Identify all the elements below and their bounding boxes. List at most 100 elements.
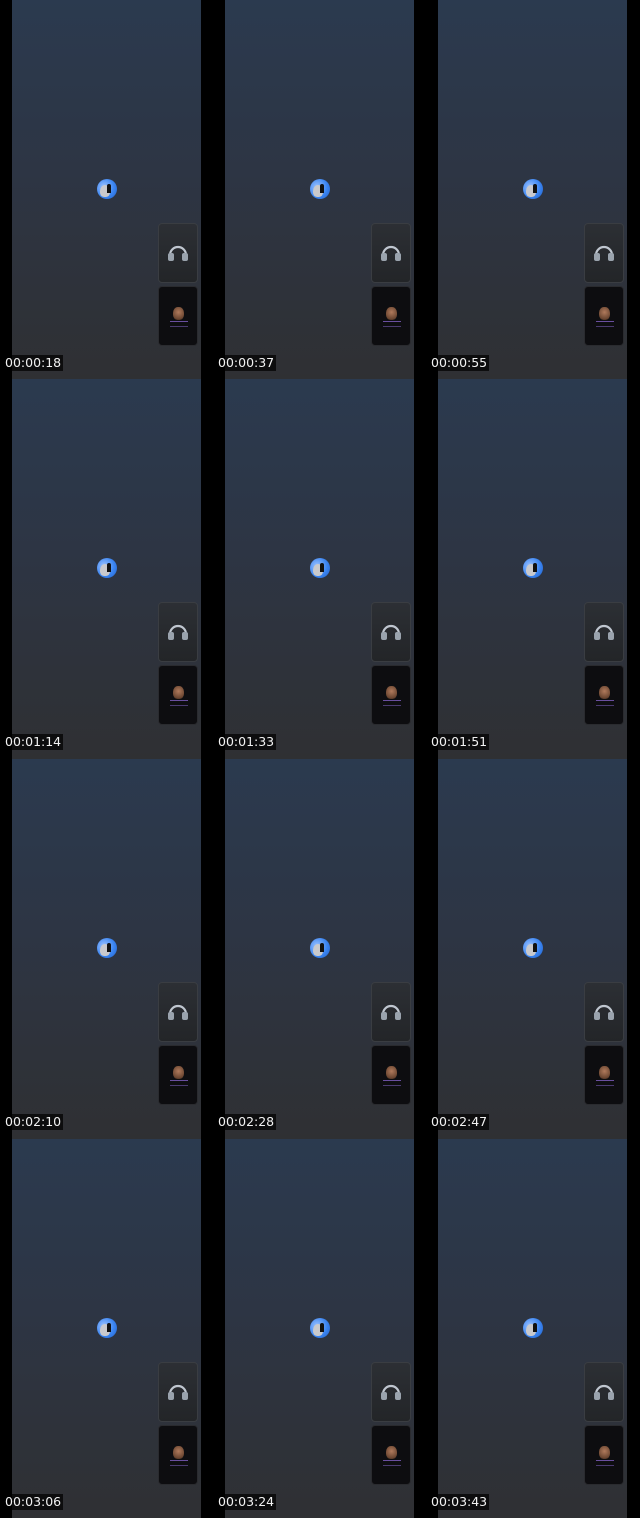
video-frame[interactable] <box>438 759 627 1139</box>
thumbnail-cell: 00:01:14 <box>0 379 213 759</box>
thumbnail-cell: 00:01:51 <box>426 379 640 759</box>
moon-avatar-icon[interactable] <box>523 938 543 958</box>
video-frame[interactable] <box>438 379 627 759</box>
thumbnail-cell: 00:03:24 <box>213 1139 426 1518</box>
headphones-icon <box>168 624 188 640</box>
profile-caption-lines <box>596 1080 614 1086</box>
headphones-icon <box>594 245 614 261</box>
headphones-button[interactable] <box>584 982 624 1042</box>
profile-face-image <box>386 1446 397 1459</box>
thumbnail-cell: 00:02:10 <box>0 759 213 1139</box>
video-frame[interactable] <box>12 0 201 379</box>
profile-face-image <box>173 307 184 320</box>
timestamp-label: 00:02:28 <box>216 1114 277 1130</box>
headphones-button[interactable] <box>371 982 411 1042</box>
profile-caption-lines <box>170 700 188 706</box>
thumbnail-cell: 00:00:55 <box>426 0 640 379</box>
profile-thumbnail[interactable] <box>371 1045 411 1105</box>
headphones-icon <box>168 1004 188 1020</box>
headphones-icon <box>168 245 188 261</box>
profile-caption-lines <box>596 1460 614 1466</box>
moon-avatar-icon[interactable] <box>523 179 543 199</box>
thumbnail-cell: 00:01:33 <box>213 379 426 759</box>
profile-face-image <box>173 686 184 699</box>
headphones-button[interactable] <box>158 602 198 662</box>
profile-face-image <box>599 1446 610 1459</box>
profile-caption-lines <box>383 700 401 706</box>
headphones-icon <box>594 1384 614 1400</box>
profile-face-image <box>386 686 397 699</box>
profile-thumbnail[interactable] <box>584 1045 624 1105</box>
thumbnail-cell: 00:00:37 <box>213 0 426 379</box>
profile-thumbnail[interactable] <box>584 1425 624 1485</box>
timestamp-label: 00:03:06 <box>3 1494 64 1510</box>
headphones-button[interactable] <box>158 223 198 283</box>
video-frame[interactable] <box>12 1139 201 1518</box>
moon-avatar-icon[interactable] <box>310 558 330 578</box>
contact-sheet: 00:00:18 00:00:37 00:00:55 00:01:14 00:0… <box>0 0 640 1518</box>
headphones-button[interactable] <box>371 1362 411 1422</box>
profile-thumbnail[interactable] <box>371 665 411 725</box>
profile-face-image <box>599 307 610 320</box>
headphones-button[interactable] <box>584 1362 624 1422</box>
headphones-button[interactable] <box>371 223 411 283</box>
profile-caption-lines <box>170 1080 188 1086</box>
profile-caption-lines <box>596 321 614 327</box>
moon-avatar-icon[interactable] <box>97 1318 117 1338</box>
profile-thumbnail[interactable] <box>371 1425 411 1485</box>
profile-caption-lines <box>383 321 401 327</box>
moon-avatar-icon[interactable] <box>310 938 330 958</box>
video-frame[interactable] <box>225 0 414 379</box>
headphones-icon <box>381 1004 401 1020</box>
profile-caption-lines <box>383 1460 401 1466</box>
moon-avatar-icon[interactable] <box>97 558 117 578</box>
thumbnail-cell: 00:03:43 <box>426 1139 640 1518</box>
headphones-button[interactable] <box>158 982 198 1042</box>
headphones-icon <box>381 245 401 261</box>
headphones-icon <box>594 1004 614 1020</box>
video-frame[interactable] <box>438 1139 627 1518</box>
video-frame[interactable] <box>438 0 627 379</box>
headphones-button[interactable] <box>584 223 624 283</box>
headphones-button[interactable] <box>158 1362 198 1422</box>
headphones-icon <box>594 624 614 640</box>
profile-thumbnail[interactable] <box>158 1425 198 1485</box>
profile-thumbnail[interactable] <box>584 286 624 346</box>
video-frame[interactable] <box>225 759 414 1139</box>
profile-caption-lines <box>383 1080 401 1086</box>
profile-face-image <box>599 686 610 699</box>
moon-avatar-icon[interactable] <box>310 1318 330 1338</box>
timestamp-label: 00:00:18 <box>3 355 64 371</box>
timestamp-label: 00:02:10 <box>3 1114 64 1130</box>
headphones-button[interactable] <box>584 602 624 662</box>
timestamp-label: 00:03:43 <box>429 1494 490 1510</box>
profile-thumbnail[interactable] <box>158 286 198 346</box>
timestamp-label: 00:01:51 <box>429 734 490 750</box>
video-frame[interactable] <box>12 759 201 1139</box>
profile-face-image <box>386 307 397 320</box>
profile-thumbnail[interactable] <box>584 665 624 725</box>
headphones-icon <box>381 1384 401 1400</box>
thumbnail-cell: 00:03:06 <box>0 1139 213 1518</box>
moon-avatar-icon[interactable] <box>310 179 330 199</box>
timestamp-label: 00:03:24 <box>216 1494 277 1510</box>
video-frame[interactable] <box>12 379 201 759</box>
timestamp-label: 00:00:37 <box>216 355 277 371</box>
headphones-icon <box>381 624 401 640</box>
profile-thumbnail[interactable] <box>158 665 198 725</box>
headphones-button[interactable] <box>371 602 411 662</box>
profile-thumbnail[interactable] <box>371 286 411 346</box>
moon-avatar-icon[interactable] <box>523 1318 543 1338</box>
video-frame[interactable] <box>225 1139 414 1518</box>
profile-caption-lines <box>170 1460 188 1466</box>
timestamp-label: 00:00:55 <box>429 355 490 371</box>
moon-avatar-icon[interactable] <box>97 179 117 199</box>
timestamp-label: 00:01:14 <box>3 734 64 750</box>
timestamp-label: 00:01:33 <box>216 734 277 750</box>
thumbnail-cell: 00:02:47 <box>426 759 640 1139</box>
profile-caption-lines <box>596 700 614 706</box>
moon-avatar-icon[interactable] <box>97 938 117 958</box>
profile-thumbnail[interactable] <box>158 1045 198 1105</box>
moon-avatar-icon[interactable] <box>523 558 543 578</box>
video-frame[interactable] <box>225 379 414 759</box>
